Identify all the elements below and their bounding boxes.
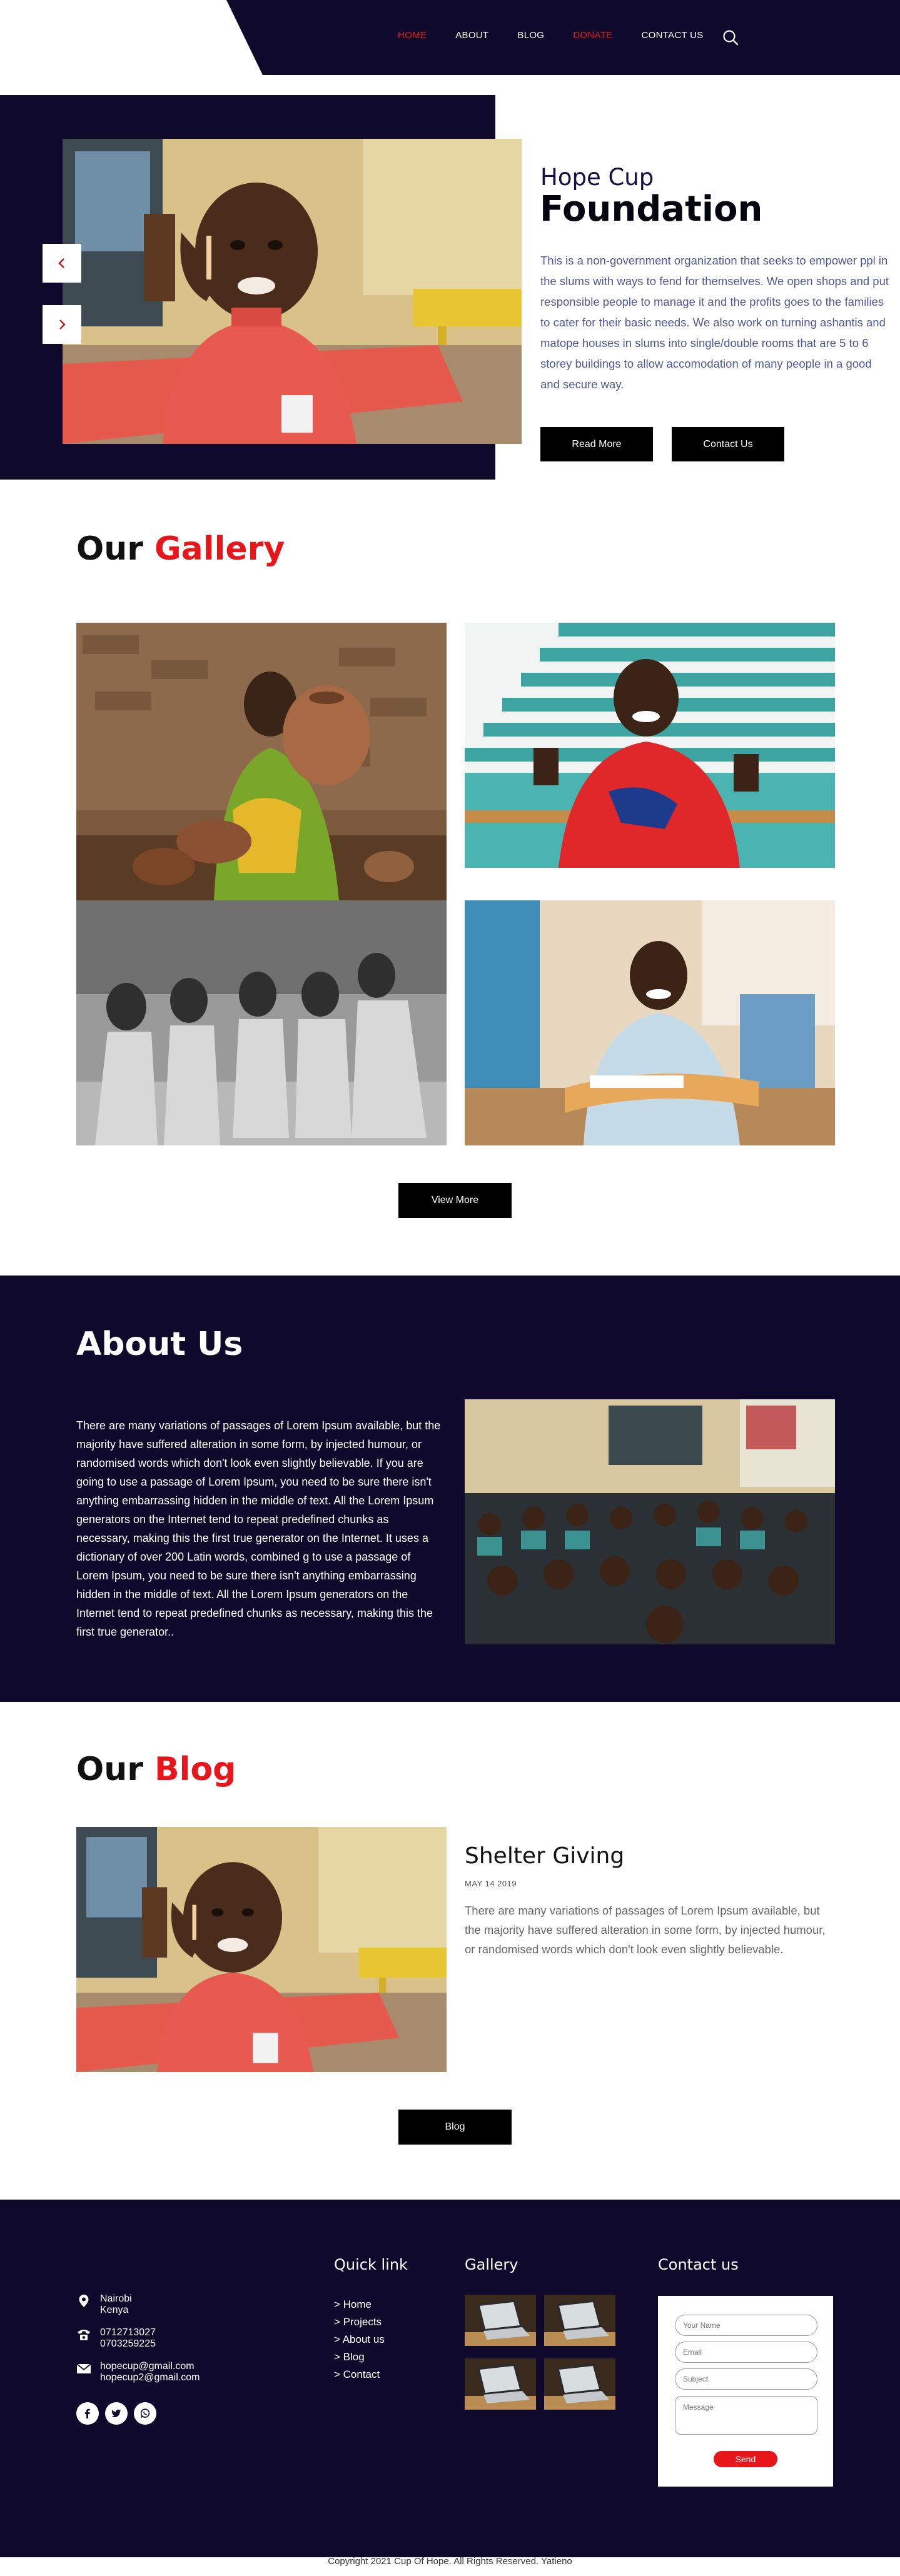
chevron-left-icon <box>58 258 64 268</box>
view-more-button[interactable]: View More <box>398 1183 512 1218</box>
quick-link-home[interactable]: > Home <box>334 2296 385 2313</box>
whatsapp-icon <box>140 2408 150 2418</box>
gallery-title-red: Gallery <box>154 530 285 568</box>
quick-link-heading: Quick link <box>334 2256 408 2273</box>
blog-post-excerpt: There are many variations of passages of… <box>465 1904 826 1956</box>
blog-section-title: Our Blog <box>76 1751 236 1788</box>
contact-message-input[interactable] <box>675 2396 817 2435</box>
envelope-icon <box>76 2363 91 2373</box>
quick-link-blog[interactable]: > Blog <box>334 2348 385 2366</box>
about-description: There are many variations of passages of… <box>76 1419 441 1638</box>
footer-gallery-thumb-laptop[interactable] <box>544 2295 615 2346</box>
blog-post-title[interactable]: Shelter Giving <box>465 1843 624 1869</box>
contact-subject-input[interactable] <box>675 2368 817 2390</box>
twitter-button[interactable] <box>105 2402 128 2425</box>
telephone-icon <box>78 2330 90 2340</box>
quick-link-contact[interactable]: > Contact <box>334 2366 385 2383</box>
gallery-section-title: Our Gallery <box>76 530 285 568</box>
about-photo-classroom <box>465 1399 835 1644</box>
blog-post-date: MAY 14 2019 <box>465 1879 517 1888</box>
blog-title-red: Blog <box>154 1751 236 1788</box>
hero-title: Foundation <box>540 189 763 229</box>
contact-email-input[interactable] <box>675 2342 817 2363</box>
facebook-icon <box>84 2408 90 2418</box>
blog-post-photo[interactable] <box>76 1827 447 2072</box>
footer-gallery-heading: Gallery <box>465 2256 518 2273</box>
contact-name-input[interactable] <box>675 2315 817 2336</box>
facebook-button[interactable] <box>76 2402 99 2425</box>
location-pin-icon <box>79 2295 89 2307</box>
quick-link-list: > Home > Projects > About us > Blog > Co… <box>334 2296 385 2383</box>
footer-gallery-thumb-laptop[interactable] <box>465 2358 536 2410</box>
main-nav: HOME ABOUT BLOG DONATE CONTACT US <box>398 30 732 41</box>
contact-us-heading: Contact us <box>658 2256 739 2273</box>
slider-prev-button[interactable] <box>43 244 81 283</box>
copyright-text: Copyright 2021 Cup Of Hope. All Rights R… <box>328 2556 572 2567</box>
search-icon[interactable] <box>722 29 739 46</box>
hero-description: This is a non-government organization th… <box>540 254 889 391</box>
email-address-1[interactable]: hopecup@gmail.com <box>100 2361 200 2372</box>
gallery-title-dark: Our <box>76 530 143 568</box>
nav-blog-link[interactable]: BLOG <box>517 30 544 41</box>
nav-about-link[interactable]: ABOUT <box>455 30 488 41</box>
footer-phones: 0712713027 0703259225 <box>76 2327 156 2350</box>
contact-form: Send <box>658 2296 833 2487</box>
slider-next-button[interactable] <box>43 305 81 344</box>
location-city: Nairobi <box>100 2293 132 2304</box>
nav-contact-link[interactable]: CONTACT US <box>641 30 703 41</box>
email-address-2[interactable]: hopecup2@gmail.com <box>100 2372 200 2383</box>
footer-location: Nairobi Kenya <box>76 2293 132 2316</box>
blog-title-dark: Our <box>76 1751 143 1788</box>
footer-emails: hopecup@gmail.com hopecup2@gmail.com <box>76 2361 200 2383</box>
hero-photo-smiling-boy <box>63 139 522 444</box>
quick-link-about[interactable]: > About us <box>334 2331 385 2348</box>
footer-gallery-thumb-laptop[interactable] <box>465 2295 536 2346</box>
contact-us-button[interactable]: Contact Us <box>672 427 784 461</box>
gallery-photo-children-playing-bw[interactable] <box>76 900 447 1145</box>
quick-link-projects[interactable]: > Projects <box>334 2313 385 2331</box>
gallery-photo-boy-thumbs-up[interactable] <box>465 623 835 868</box>
twitter-icon <box>111 2409 121 2418</box>
whatsapp-button[interactable] <box>134 2402 156 2425</box>
phone-number-2[interactable]: 0703259225 <box>100 2338 156 2350</box>
gallery-photo-woman-pottery[interactable] <box>76 623 447 900</box>
blog-button[interactable]: Blog <box>398 2110 512 2145</box>
read-more-button[interactable]: Read More <box>540 427 653 461</box>
nav-home-link[interactable]: HOME <box>398 30 427 41</box>
nav-donate-link[interactable]: DONATE <box>573 30 612 41</box>
phone-number-1[interactable]: 0712713027 <box>100 2327 156 2338</box>
send-button[interactable]: Send <box>714 2451 777 2467</box>
location-country: Kenya <box>100 2305 129 2315</box>
footer-gallery-thumb-laptop[interactable] <box>544 2358 615 2410</box>
hero-subtitle: Hope Cup <box>540 164 654 191</box>
about-title: About Us <box>76 1326 243 1363</box>
chevron-right-icon <box>59 319 66 330</box>
gallery-photo-schoolboy-desk[interactable] <box>465 900 835 1145</box>
